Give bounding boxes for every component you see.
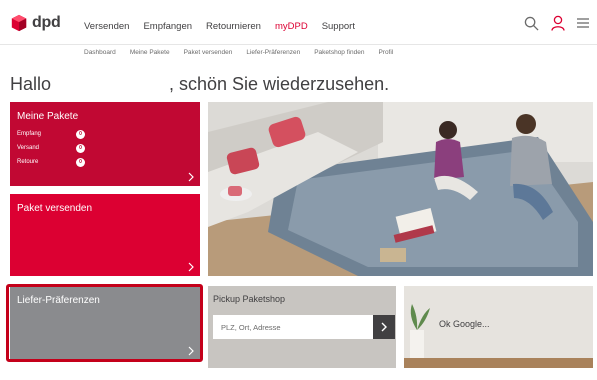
tile-meine-pakete[interactable]: Meine Pakete Empfang 0 Versand 0 Retoure… — [10, 102, 200, 186]
subnav-paket-versenden[interactable]: Paket versenden — [184, 49, 233, 56]
package-count-badge: 0 — [76, 157, 85, 167]
main-nav: Versenden Empfangen Retournieren myDPD S… — [84, 21, 355, 32]
brand-name: dpd — [32, 14, 61, 31]
dpd-logo[interactable]: dpd — [10, 14, 61, 32]
google-tile-text: Ok Google... — [439, 319, 490, 329]
tile-meine-pakete-title: Meine Pakete — [17, 111, 79, 122]
chevron-right-icon — [381, 322, 387, 332]
greeting-rest: , schön Sie wiederzusehen. — [169, 74, 390, 94]
nav-item-versenden[interactable]: Versenden — [84, 21, 129, 32]
greeting-hello: Hallo — [10, 74, 52, 94]
subnav-profil[interactable]: Profil — [378, 49, 393, 56]
package-count-row: Retoure 0 — [17, 155, 85, 169]
nav-item-retournieren[interactable]: Retournieren — [206, 21, 261, 32]
nav-item-empfangen[interactable]: Empfangen — [143, 21, 192, 32]
search-icon[interactable] — [524, 16, 539, 31]
package-count-row: Empfang 0 — [17, 127, 85, 141]
subnav-liefer-praeferenzen[interactable]: Liefer-Präferenzen — [246, 49, 300, 56]
pickup-paketshop-panel: Pickup Paketshop PLZ, Ort, Adresse — [208, 286, 396, 368]
nav-item-mydpd[interactable]: myDPD — [275, 21, 308, 32]
package-count-row: Versand 0 — [17, 141, 85, 155]
tile-paket-versenden-title: Paket versenden — [17, 203, 93, 214]
menu-icon[interactable] — [577, 17, 589, 29]
package-count-badge: 0 — [76, 129, 85, 139]
greeting-heading: Hallo , schön Sie wiederzusehen. — [10, 74, 430, 98]
sub-navigation: Dashboard Meine Pakete Paket versenden L… — [84, 49, 393, 56]
subnav-dashboard[interactable]: Dashboard — [84, 49, 116, 56]
selection-highlight-frame — [6, 284, 203, 362]
pickup-title: Pickup Paketshop — [213, 294, 286, 304]
header-icons — [524, 15, 589, 31]
package-counts: Empfang 0 Versand 0 Retoure 0 — [17, 127, 85, 169]
package-count-label: Empfang — [17, 131, 42, 137]
hero-image — [208, 102, 593, 276]
chevron-right-icon — [188, 262, 194, 272]
pickup-search-input[interactable]: PLZ, Ort, Adresse — [213, 315, 373, 339]
google-tile-background — [404, 286, 593, 368]
subnav-paketshop-finden[interactable]: Paketshop finden — [314, 49, 364, 56]
chevron-right-icon — [188, 172, 194, 182]
package-count-badge: 0 — [76, 143, 85, 153]
pickup-search-button[interactable] — [373, 315, 395, 339]
living-room-illustration — [208, 102, 593, 276]
user-icon[interactable] — [551, 15, 565, 31]
tile-paket-versenden[interactable]: Paket versenden — [10, 194, 200, 276]
nav-item-support[interactable]: Support — [322, 21, 355, 32]
google-assistant-tile[interactable]: Ok Google... — [404, 286, 593, 368]
dpd-cube-icon — [11, 14, 27, 32]
package-count-label: Retoure — [17, 159, 39, 165]
subnav-meine-pakete[interactable]: Meine Pakete — [130, 49, 170, 56]
package-count-label: Versand — [17, 145, 40, 151]
top-navigation-bar: dpd Versenden Empfangen Retournieren myD… — [0, 0, 597, 45]
